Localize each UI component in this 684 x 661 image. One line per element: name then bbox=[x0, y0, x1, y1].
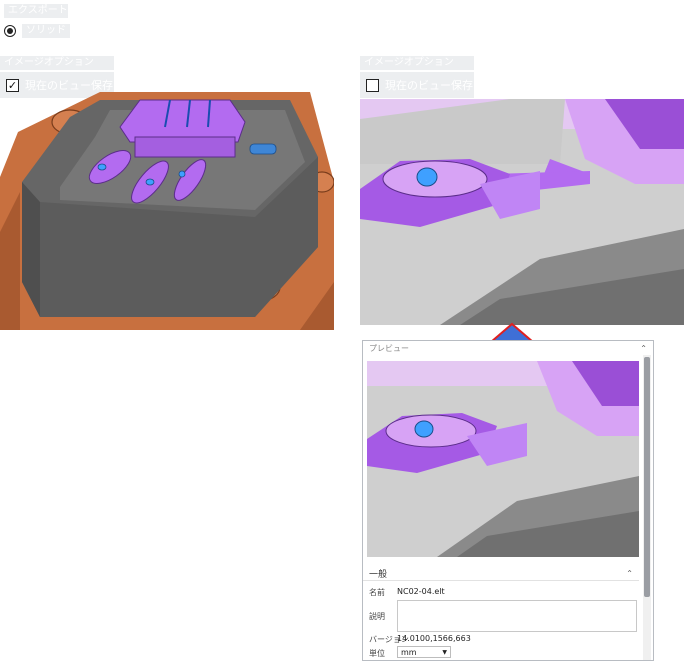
description-field[interactable] bbox=[397, 600, 637, 632]
chevron-up-icon[interactable]: ⌃ bbox=[640, 344, 647, 353]
image-options-left-label: イメージオプション bbox=[0, 56, 114, 70]
chevron-up-icon[interactable]: ⌃ bbox=[626, 569, 633, 578]
preview-scrollbar[interactable] bbox=[643, 355, 651, 660]
name-value: NC02-04.elt bbox=[397, 587, 445, 596]
preview-dialog: プレビュー ⌃ 一般 ⌃ 名前 NC02-04.elt 説明 バージョン 14.… bbox=[362, 340, 654, 661]
scrollbar-thumb[interactable] bbox=[644, 357, 650, 597]
preview-header: プレビュー ⌃ bbox=[363, 341, 653, 355]
save-current-view-right-option[interactable]: 現在のビュー保存 bbox=[360, 72, 474, 98]
unit-select[interactable]: mm ▼ bbox=[397, 646, 451, 658]
image-options-right-label: イメージオプション bbox=[360, 56, 474, 70]
export-type-label: エクスポートタイプ bbox=[4, 4, 68, 18]
name-label: 名前 bbox=[369, 588, 385, 597]
solid-radio[interactable] bbox=[4, 25, 16, 37]
save-current-view-right-label: 現在のビュー保存 bbox=[385, 79, 473, 92]
unit-label: 単位 bbox=[369, 649, 385, 658]
caret-down-icon: ▼ bbox=[442, 648, 447, 656]
preview-image bbox=[367, 361, 639, 557]
solid-radio-label: ソリッド bbox=[22, 24, 70, 38]
general-section-label: 一般 bbox=[369, 570, 388, 580]
save-current-view-right-checkbox[interactable] bbox=[366, 78, 379, 92]
preview-header-label: プレビュー bbox=[369, 343, 409, 353]
export-type-solid-option[interactable]: ソリッド bbox=[4, 23, 70, 39]
general-section-header[interactable]: 一般 ⌃ bbox=[363, 567, 639, 581]
mold-3d-view-zoomed bbox=[360, 99, 684, 325]
version-value: 14.0100,1566,663 bbox=[397, 634, 471, 643]
mold-3d-view-full bbox=[0, 92, 334, 330]
description-label: 説明 bbox=[369, 612, 385, 621]
unit-select-value: mm bbox=[401, 647, 417, 657]
